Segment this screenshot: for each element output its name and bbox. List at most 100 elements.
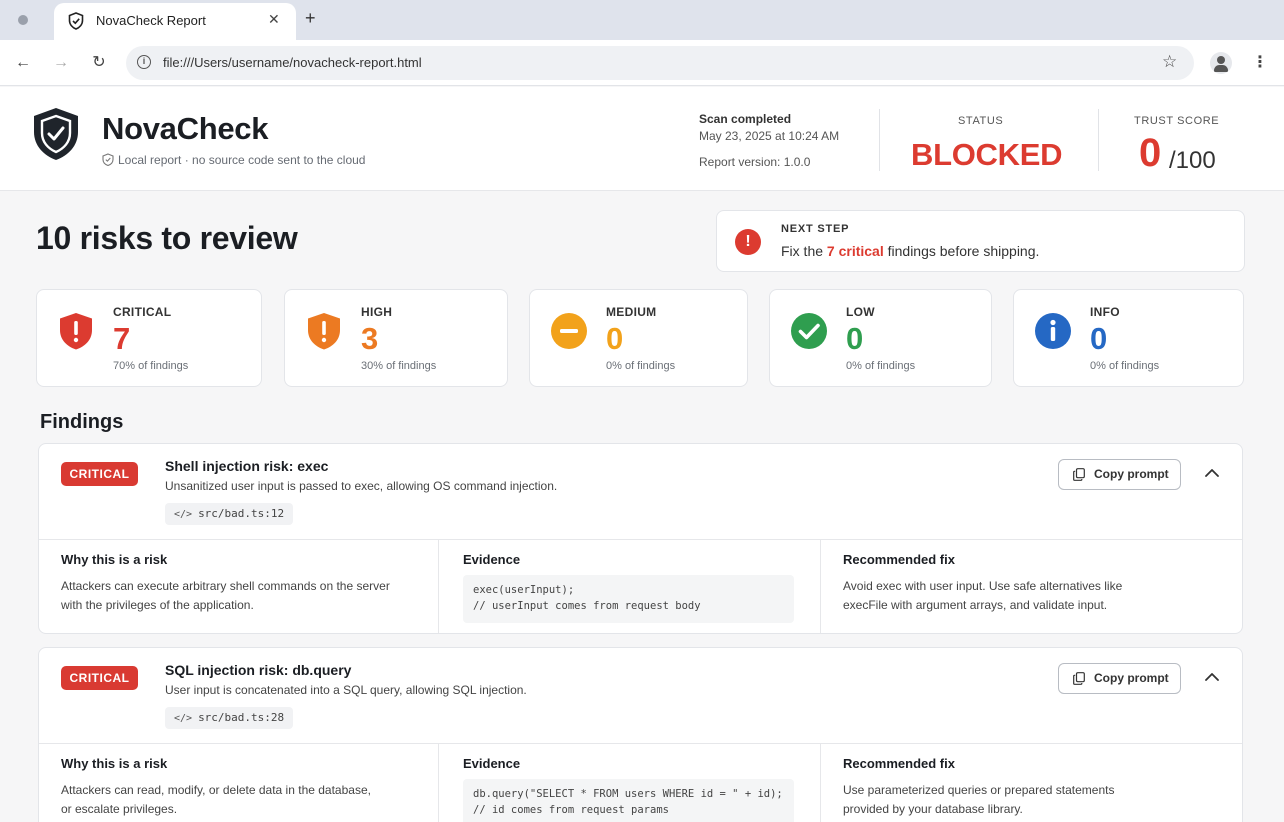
site-info-icon[interactable]: i [137,55,151,69]
report-header: NovaCheck Local report · no source code … [0,87,1284,191]
copy-prompt-label: Copy prompt [1094,671,1169,685]
address-bar[interactable]: i file:///Users/username/novacheck-repor… [126,46,1194,80]
severity-card-medium[interactable]: MEDIUM 0 0% of findings [529,289,748,387]
why-risk-text: Attackers can read, modify, or delete da… [61,783,371,816]
evidence-heading: Evidence [463,552,521,567]
shield-alert-icon [60,313,92,350]
reload-icon[interactable]: ↻ [88,52,110,74]
minus-circle-icon [551,313,587,349]
severity-card-high[interactable]: HIGH 3 30% of findings [284,289,508,387]
findings-heading: Findings [40,411,124,433]
why-risk-text: Attackers can execute arbitrary shell co… [61,579,390,612]
column-divider [438,540,439,633]
recommended-fix-heading: Recommended fix [843,552,955,567]
bookmark-star-icon[interactable]: ☆ [1162,52,1177,72]
severity-percentage: 0% of findings [1090,360,1160,372]
chevron-up-icon[interactable] [1205,672,1219,681]
window-control-dot[interactable] [18,15,28,25]
risks-summary-title: 10 risks to review [36,220,298,256]
recommended-fix-heading: Recommended fix [843,756,955,771]
copy-icon [1073,468,1085,481]
finding-divider [39,539,1242,540]
alert-circle-icon: ! [735,229,761,255]
severity-label: HIGH [361,305,393,319]
finding-location[interactable]: </> src/bad.ts:28 [165,707,294,729]
browser-tab[interactable]: NovaCheck Report ✕ [54,3,296,40]
local-note-text: Local report · no source code sent to th… [118,153,366,167]
column-divider [438,744,439,822]
severity-label: MEDIUM [606,305,657,319]
file-location: src/bad.ts:12 [198,507,285,520]
code-icon: </> [174,509,193,520]
recommended-fix-text: Use parameterized queries or prepared st… [843,783,1115,816]
file-location: src/bad.ts:28 [198,711,285,724]
browser-menu-icon[interactable]: ⋮ [1252,52,1268,74]
finding-location[interactable]: </> src/bad.ts:12 [165,503,294,525]
next-step-critical-count: 7 critical [826,243,884,259]
severity-label: CRITICAL [113,305,172,319]
finding-description: Unsanitized user input is passed to exec… [165,479,558,493]
scan-status-title: Scan completed [699,112,792,126]
severity-card-info[interactable]: INFO 0 0% of findings [1013,289,1244,387]
code-icon: </> [174,713,193,724]
copy-icon [1073,672,1085,685]
report-version: Report version: 1.0.0 [699,155,811,169]
shield-alert-icon [308,313,340,350]
status-value: BLOCKED [911,137,1063,172]
severity-badge: CRITICAL [61,666,138,690]
finding-card: CRITICAL SQL injection risk: db.query Us… [38,647,1243,822]
new-tab-icon[interactable]: + [305,8,316,28]
severity-count: 0 [846,321,864,356]
forward-arrow-icon[interactable]: → [50,52,72,74]
tab-title: NovaCheck Report [96,13,206,28]
shield-check-icon [102,153,114,167]
copy-prompt-button[interactable]: Copy prompt [1058,459,1181,490]
back-arrow-icon[interactable]: ← [12,52,34,74]
chevron-up-icon[interactable] [1205,468,1219,477]
severity-count: 3 [361,321,379,356]
status-label: STATUS [958,115,1004,127]
recommended-fix-text: Avoid exec with user input. Use safe alt… [843,579,1123,612]
severity-badge: CRITICAL [61,462,138,486]
brand-name: NovaCheck [102,111,269,146]
next-step-text: Fix the 7 critical findings before shipp… [781,243,1039,259]
evidence-heading: Evidence [463,756,521,771]
finding-title: Shell injection risk: exec [165,458,329,474]
why-risk-heading: Why this is a risk [61,552,168,567]
evidence-code: exec(userInput); // userInput comes from… [463,575,794,623]
browser-tab-bar: NovaCheck Report ✕ + [0,0,1284,40]
severity-card-critical[interactable]: CRITICAL 7 70% of findings [36,289,262,387]
copy-prompt-label: Copy prompt [1094,467,1169,481]
severity-percentage: 70% of findings [113,360,189,372]
severity-count: 0 [606,321,624,356]
scan-date: May 23, 2025 at 10:24 AM [699,129,840,143]
header-divider [1098,109,1099,171]
novacheck-logo-icon [34,108,78,160]
severity-count: 0 [1090,321,1108,356]
next-step-label: NEXT STEP [781,223,850,235]
check-circle-icon [791,313,827,349]
shield-icon [68,12,84,30]
browser-toolbar: ← → ↻ i file:///Users/username/novacheck… [0,40,1284,86]
severity-percentage: 0% of findings [606,360,676,372]
severity-label: INFO [1090,305,1120,319]
local-report-note: Local report · no source code sent to th… [102,153,365,167]
next-step-callout: ! NEXT STEP Fix the 7 critical findings … [716,210,1245,272]
evidence-code: db.query("SELECT * FROM users WHERE id =… [463,779,794,822]
copy-prompt-button[interactable]: Copy prompt [1058,663,1181,694]
finding-card: CRITICAL Shell injection risk: exec Unsa… [38,443,1243,634]
finding-divider [39,743,1242,744]
finding-description: User input is concatenated into a SQL qu… [165,683,527,697]
tab-close-icon[interactable]: ✕ [268,11,280,28]
severity-percentage: 30% of findings [361,360,437,372]
address-url[interactable]: file:///Users/username/novacheck-report.… [163,55,422,70]
severity-card-low[interactable]: LOW 0 0% of findings [769,289,992,387]
column-divider [820,744,821,822]
severity-percentage: 0% of findings [846,360,916,372]
column-divider [820,540,821,633]
next-step-suffix: findings before shipping. [883,243,1040,259]
why-risk-heading: Why this is a risk [61,756,168,771]
info-circle-icon [1035,313,1071,349]
profile-avatar-icon[interactable] [1210,52,1232,74]
severity-count: 7 [113,321,131,356]
